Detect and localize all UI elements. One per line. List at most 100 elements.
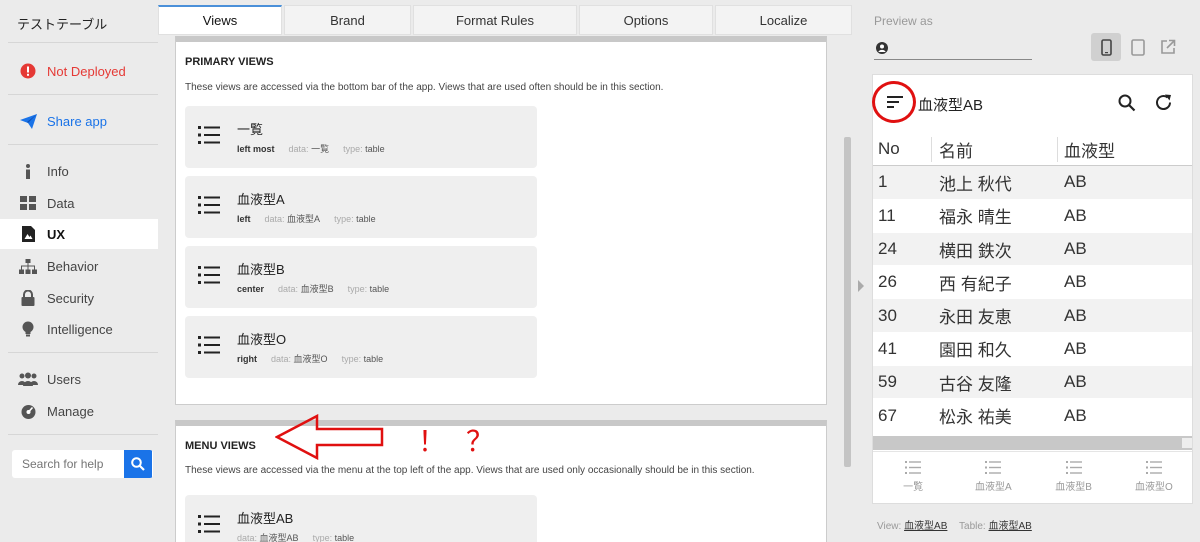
collapse-handle-icon[interactable] — [858, 280, 864, 292]
sidebar-item-security[interactable]: Security — [0, 283, 158, 313]
list-icon — [198, 515, 220, 538]
sidebar-item-users[interactable]: Users — [0, 364, 158, 394]
cell: 59 — [878, 372, 897, 392]
search-icon[interactable] — [1118, 94, 1136, 112]
open-external-button[interactable] — [1153, 33, 1183, 61]
cell: 26 — [878, 272, 897, 292]
view-meta: center data: 血液型B type: table — [237, 284, 390, 294]
sidebar-divider — [8, 94, 158, 95]
table-row[interactable]: 41 園田 和久 AB — [873, 332, 1192, 367]
sidebar-item-ux[interactable]: UX — [0, 219, 158, 249]
app-title: テストテーブル — [17, 18, 108, 33]
main-editor: Views Brand Format Rules Options Localiz… — [158, 0, 852, 542]
cell: 福永 晴生 — [939, 208, 1012, 228]
cell: 67 — [878, 405, 897, 425]
main-scrollbar[interactable] — [843, 37, 852, 542]
external-link-icon — [1161, 39, 1176, 54]
cell: 古谷 友隆 — [939, 374, 1012, 394]
table-row[interactable]: 67 松永 祐美 AB — [873, 399, 1192, 433]
cell: AB — [1064, 239, 1087, 259]
column-divider — [1057, 137, 1058, 162]
view-name: 血液型A — [237, 192, 285, 207]
cell: AB — [1064, 372, 1087, 392]
share-app-label: Share app — [47, 113, 107, 129]
cell: 永田 友恵 — [939, 308, 1012, 328]
preview-as-label: Preview as — [874, 14, 933, 28]
view-card[interactable]: 一覧 left most data: 一覧 type: table — [185, 106, 537, 168]
cell: 41 — [878, 338, 897, 358]
sidebar-item-data[interactable]: Data — [0, 188, 158, 218]
table-row[interactable]: 30 永田 友恵 AB — [873, 299, 1192, 333]
cell: 30 — [878, 305, 897, 325]
sidebar-item-label: UX — [47, 226, 66, 242]
table-horizontal-scrollbar[interactable] — [873, 436, 1192, 450]
view-meta: data: 血液型AB type: table — [237, 533, 355, 542]
bulb-icon — [18, 321, 38, 337]
deploy-status[interactable]: Not Deployed — [0, 56, 158, 86]
nav-item-一覧[interactable]: 一覧 — [873, 452, 953, 503]
cell: 横田 鉄次 — [939, 241, 1012, 261]
sidebar-item-behavior[interactable]: Behavior — [0, 251, 158, 281]
view-name: 血液型O — [237, 332, 287, 347]
view-card[interactable]: 血液型A left data: 血液型A type: table — [185, 176, 537, 238]
phone-preview-button[interactable] — [1091, 33, 1121, 61]
share-app-button[interactable]: Share app — [0, 106, 158, 136]
preview-user-field[interactable] — [874, 38, 1032, 60]
sidebar-item-label: Intelligence — [47, 321, 113, 337]
nav-item-blood-o[interactable]: 血液型O — [1114, 452, 1192, 503]
sidebar-item-label: Behavior — [47, 258, 99, 274]
view-card[interactable]: 血液型AB data: 血液型AB type: table — [185, 495, 537, 542]
hierarchy-icon — [18, 258, 38, 274]
cell: 園田 和久 — [939, 341, 1012, 361]
ux-tabs: Views Brand Format Rules Options Localiz… — [158, 5, 854, 35]
list-icon — [198, 336, 220, 359]
view-meta: right data: 血液型O type: table — [237, 354, 384, 364]
cell: AB — [1064, 405, 1087, 425]
view-card[interactable]: 血液型O right data: 血液型O type: table — [185, 316, 537, 378]
list-icon — [905, 461, 922, 474]
table-link[interactable]: 血液型AB — [988, 521, 1031, 532]
view-meta: left data: 血液型A type: table — [237, 214, 376, 224]
column-header[interactable]: No — [878, 139, 900, 159]
sidebar-divider — [8, 352, 158, 353]
tablet-preview-button[interactable] — [1123, 33, 1153, 61]
column-header[interactable]: 血液型 — [1064, 137, 1115, 162]
refresh-icon[interactable] — [1154, 93, 1173, 112]
cell: AB — [1064, 205, 1087, 225]
nav-item-blood-a[interactable]: 血液型A — [953, 452, 1033, 503]
scrollbar-thumb[interactable] — [844, 137, 851, 467]
table-row[interactable]: 11 福永 晴生 AB — [873, 199, 1192, 233]
table-row[interactable]: 24 横田 鉄次 AB — [873, 232, 1192, 267]
table-row[interactable]: 1 池上 秋代 AB — [873, 166, 1192, 200]
list-icon — [1065, 461, 1082, 474]
column-header[interactable]: 名前 — [939, 137, 973, 162]
help-search-input[interactable] — [12, 457, 124, 471]
sidebar-item-manage[interactable]: Manage — [0, 396, 158, 426]
list-icon — [198, 126, 220, 149]
ux-icon — [18, 226, 38, 242]
deploy-status-label: Not Deployed — [47, 63, 126, 79]
sidebar-item-intelligence[interactable]: Intelligence — [0, 314, 158, 344]
tab-options[interactable]: Options — [579, 5, 713, 35]
tab-brand[interactable]: Brand — [284, 5, 411, 35]
tab-format-rules[interactable]: Format Rules — [413, 5, 577, 35]
view-name: 一覧 — [237, 122, 264, 137]
tab-views[interactable]: Views — [158, 5, 282, 35]
view-link[interactable]: 血液型AB — [904, 521, 947, 532]
sidebar-item-info[interactable]: Info — [0, 156, 158, 186]
menu-views-desc: These views are accessed via the menu at… — [185, 465, 755, 476]
app-header: 血液型AB — [873, 75, 1192, 131]
view-label: View: — [877, 521, 902, 532]
list-icon — [985, 461, 1002, 474]
cell: AB — [1064, 172, 1087, 192]
table-row[interactable]: 59 古谷 友隆 AB — [873, 366, 1192, 400]
table-row[interactable]: 26 西 有紀子 AB — [873, 266, 1192, 300]
nav-item-blood-b[interactable]: 血液型B — [1034, 452, 1114, 503]
user-icon — [876, 42, 888, 54]
help-search-button[interactable] — [124, 450, 152, 478]
tab-localize[interactable]: Localize — [715, 5, 852, 35]
view-meta: left most data: 一覧 type: table — [237, 144, 385, 154]
view-card[interactable]: 血液型B center data: 血液型B type: table — [185, 246, 537, 308]
list-icon — [1145, 461, 1162, 474]
cell: 11 — [878, 205, 896, 225]
